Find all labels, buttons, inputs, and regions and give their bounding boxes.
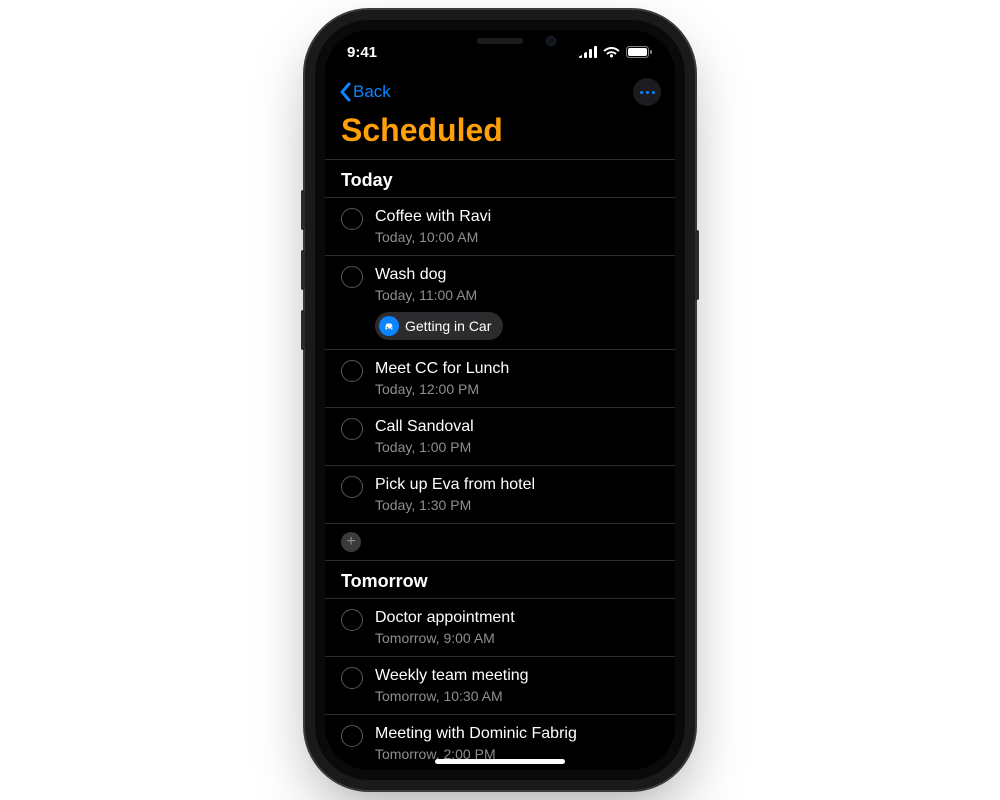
add-reminder-row[interactable]: + xyxy=(325,524,675,561)
section-header-strong: Today xyxy=(341,170,393,190)
reminder-title: Pick up Eva from hotel xyxy=(375,475,659,495)
content: Back Scheduled TodayCoffee with RaviToda… xyxy=(325,74,675,770)
reminder-row[interactable]: Meet CC for LunchToday, 12:00 PM xyxy=(325,350,675,408)
stage: 9:41 xyxy=(0,0,1000,800)
chevron-left-icon xyxy=(339,82,351,102)
front-camera xyxy=(546,36,556,46)
location-tag-label: Getting in Car xyxy=(405,318,491,334)
navbar: Back xyxy=(325,74,675,108)
reminder-subtitle: Today, 12:00 PM xyxy=(375,380,659,398)
page-title: Scheduled xyxy=(325,108,675,159)
reminder-body: Meeting with Dominic FabrigTomorrow, 2:0… xyxy=(375,724,659,763)
reminder-row[interactable]: Call SandovalToday, 1:00 PM xyxy=(325,408,675,466)
reminder-body: Doctor appointmentTomorrow, 9:00 AM xyxy=(375,608,659,647)
status-time: 9:41 xyxy=(347,44,377,61)
status-right xyxy=(579,46,653,58)
reminder-subtitle: Tomorrow, 9:00 AM xyxy=(375,629,659,647)
reminder-body: Meet CC for LunchToday, 12:00 PM xyxy=(375,359,659,398)
back-label: Back xyxy=(353,82,391,102)
reminder-row[interactable]: Coffee with RaviToday, 10:00 AM xyxy=(325,198,675,256)
complete-toggle[interactable] xyxy=(341,667,363,689)
reminder-body: Coffee with RaviToday, 10:00 AM xyxy=(375,207,659,246)
reminder-subtitle: Today, 1:30 PM xyxy=(375,496,659,514)
complete-toggle[interactable] xyxy=(341,208,363,230)
reminder-title: Weekly team meeting xyxy=(375,666,659,686)
more-button[interactable] xyxy=(633,78,661,106)
reminder-title: Meet CC for Lunch xyxy=(375,359,659,379)
complete-toggle[interactable] xyxy=(341,725,363,747)
complete-toggle[interactable] xyxy=(341,360,363,382)
notch xyxy=(410,30,590,58)
reminder-row[interactable]: Weekly team meetingTomorrow, 10:30 AM xyxy=(325,657,675,715)
reminder-title: Wash dog xyxy=(375,265,659,285)
reminder-body: Wash dogToday, 11:00 AM Getting in Car xyxy=(375,265,659,340)
car-icon xyxy=(379,316,399,336)
reminder-subtitle: Today, 11:00 AM xyxy=(375,286,659,304)
complete-toggle[interactable] xyxy=(341,418,363,440)
back-button[interactable]: Back xyxy=(339,82,391,102)
complete-toggle[interactable] xyxy=(341,476,363,498)
reminder-body: Weekly team meetingTomorrow, 10:30 AM xyxy=(375,666,659,705)
location-tag[interactable]: Getting in Car xyxy=(375,312,503,340)
ellipsis-icon xyxy=(640,91,643,94)
ellipsis-icon xyxy=(646,91,649,94)
complete-toggle[interactable] xyxy=(341,609,363,631)
plus-icon: + xyxy=(341,532,361,552)
speaker-grille xyxy=(477,38,523,44)
section-header: Today xyxy=(325,160,675,198)
reminder-title: Meeting with Dominic Fabrig xyxy=(375,724,659,744)
wifi-icon xyxy=(603,46,620,58)
section-header-strong: Tomorrow xyxy=(341,571,428,591)
screen: 9:41 xyxy=(325,30,675,770)
reminder-title: Coffee with Ravi xyxy=(375,207,659,227)
battery-icon xyxy=(626,46,653,58)
reminder-title: Call Sandoval xyxy=(375,417,659,437)
section-header: Tomorrow xyxy=(325,561,675,599)
reminder-row[interactable]: Wash dogToday, 11:00 AM Getting in Car xyxy=(325,256,675,350)
reminder-body: Pick up Eva from hotelToday, 1:30 PM xyxy=(375,475,659,514)
ellipsis-icon xyxy=(652,91,655,94)
device-frame: 9:41 xyxy=(315,20,685,780)
home-indicator[interactable] xyxy=(435,759,565,764)
reminder-row[interactable]: Pick up Eva from hotelToday, 1:30 PM xyxy=(325,466,675,524)
reminder-subtitle: Today, 10:00 AM xyxy=(375,228,659,246)
reminder-subtitle: Today, 1:00 PM xyxy=(375,438,659,456)
complete-toggle[interactable] xyxy=(341,266,363,288)
reminder-subtitle: Tomorrow, 10:30 AM xyxy=(375,687,659,705)
reminder-row[interactable]: Doctor appointmentTomorrow, 9:00 AM xyxy=(325,599,675,657)
reminder-title: Doctor appointment xyxy=(375,608,659,628)
reminder-body: Call SandovalToday, 1:00 PM xyxy=(375,417,659,456)
reminder-list[interactable]: Today Coffee with RaviToday, 10:00 AM Wash… xyxy=(325,159,675,770)
